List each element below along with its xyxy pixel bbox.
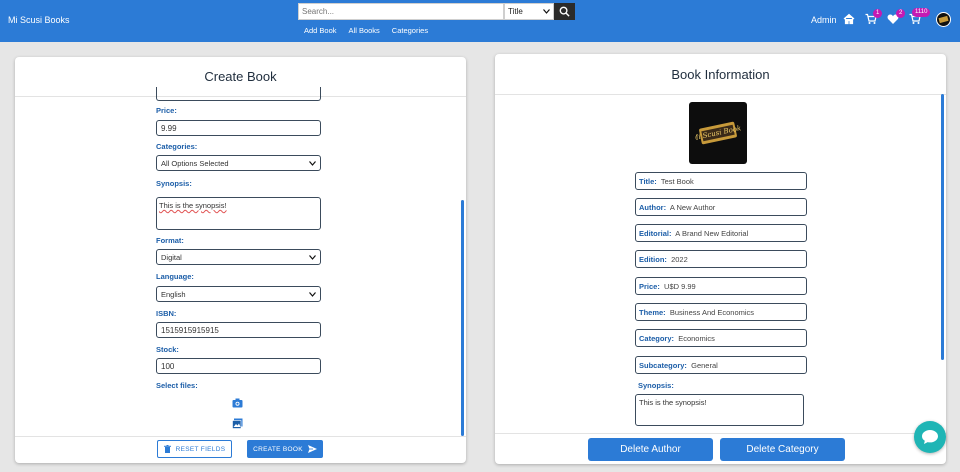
info-synopsis-box[interactable]: This is the synopsis!: [635, 394, 804, 426]
info-category-value: Economics: [678, 334, 715, 343]
info-theme-value: Business And Economics: [669, 308, 755, 317]
language-select[interactable]: English: [156, 286, 321, 302]
home-icon[interactable]: [843, 13, 855, 25]
info-editorial-label: Editorial:: [639, 229, 672, 238]
info-edition-value: 2022: [671, 255, 688, 264]
header-divider: [495, 94, 946, 95]
top-navbar: Mi Scusi Books Title Add Book All Books …: [0, 0, 960, 42]
delete-category-button[interactable]: Delete Category: [720, 438, 845, 461]
chevron-down-icon: [309, 160, 316, 166]
nav-links: Add Book All Books Categories: [304, 26, 428, 35]
nav-categories[interactable]: Categories: [392, 26, 428, 35]
create-book-button[interactable]: CREATE BOOK: [247, 440, 323, 458]
search-input[interactable]: [298, 3, 504, 20]
brand-name[interactable]: Mi Scusi Books: [8, 15, 70, 25]
create-book-title: Create Book: [204, 69, 277, 84]
trash-icon: [163, 445, 171, 453]
info-theme: Theme: Business And Economics: [635, 303, 807, 321]
book-cover-image: Mi Scusi Books: [689, 102, 747, 164]
chevron-down-icon: [309, 254, 316, 260]
info-title: Title: Test Book: [635, 172, 807, 190]
wishlist-badge: 2: [896, 9, 906, 18]
select-files-label: Select files:: [156, 381, 198, 390]
chat-button[interactable]: [914, 421, 946, 453]
categories-select[interactable]: All Options Selected: [156, 155, 321, 171]
create-book-card: Create Book Price: 9.99 Categories: All …: [15, 57, 466, 463]
info-category-label: Category:: [639, 334, 675, 343]
price-input[interactable]: 9.99: [156, 120, 321, 136]
info-title-value: Test Book: [660, 177, 694, 186]
info-editorial: Editorial: A Brand New Editorial: [635, 224, 807, 242]
scrollbar[interactable]: [941, 94, 944, 360]
info-synopsis-label: Synopsis:: [638, 381, 674, 390]
language-value: English: [161, 289, 186, 299]
price-label: Price:: [156, 106, 177, 115]
info-price-label: Price:: [639, 282, 660, 291]
chat-icon: [922, 430, 938, 444]
format-select[interactable]: Digital: [156, 249, 321, 265]
admin-link[interactable]: Admin: [811, 15, 837, 25]
info-author-value: A New Author: [669, 203, 716, 212]
search-bar: Title: [298, 3, 575, 20]
send-icon: [307, 445, 317, 453]
footer-divider: [15, 436, 466, 437]
info-author: Author: A New Author: [635, 198, 807, 216]
info-edition: Edition: 2022: [635, 250, 807, 268]
reset-fields-label: RESET FIELDS: [175, 445, 226, 453]
book-logo: Mi Scusi Books: [695, 121, 741, 145]
synopsis-textarea[interactable]: This is the synopsis!: [156, 197, 321, 230]
chevron-down-icon: [309, 291, 316, 297]
previous-field[interactable]: [156, 87, 321, 101]
info-editorial-value: A Brand New Editorial: [675, 229, 749, 238]
info-author-label: Author:: [639, 203, 667, 212]
footer-divider: [495, 433, 946, 434]
info-price-value: U$D 9.99: [664, 282, 696, 291]
orders-badge: 1110: [912, 8, 931, 17]
logo-icon: [938, 15, 949, 24]
language-label: Language:: [156, 272, 194, 281]
info-price: Price: U$D 9.99: [635, 277, 807, 295]
categories-label: Categories:: [156, 142, 198, 151]
format-label: Format:: [156, 236, 184, 245]
info-subcategory-value: General: [691, 361, 718, 370]
info-edition-label: Edition:: [639, 255, 667, 264]
info-category: Category: Economics: [635, 329, 807, 347]
info-theme-label: Theme:: [639, 308, 666, 317]
search-type-value: Title: [508, 7, 523, 16]
info-subcategory-label: Subcategory:: [639, 361, 687, 370]
delete-author-button[interactable]: Delete Author: [588, 438, 713, 461]
synopsis-label: Synopsis:: [156, 179, 192, 188]
stock-input[interactable]: 100: [156, 358, 321, 374]
categories-value: All Options Selected: [161, 158, 229, 168]
book-information-card: Book Information Mi Scusi Books Title: T…: [495, 54, 946, 464]
isbn-input[interactable]: 1515915915915: [156, 322, 321, 338]
images-icon[interactable]: [232, 418, 243, 429]
stock-label: Stock:: [156, 345, 179, 354]
format-value: Digital: [161, 252, 182, 262]
search-icon: [559, 6, 570, 17]
reset-fields-button[interactable]: RESET FIELDS: [157, 440, 232, 458]
chevron-down-icon: [543, 9, 550, 14]
book-information-title: Book Information: [671, 67, 770, 82]
synopsis-text: This is the synopsis!: [159, 201, 227, 210]
camera-icon[interactable]: [232, 398, 243, 408]
search-type-select[interactable]: Title: [504, 3, 554, 20]
nav-add-book[interactable]: Add Book: [304, 26, 337, 35]
nav-all-books[interactable]: All Books: [349, 26, 380, 35]
search-button[interactable]: [554, 3, 575, 20]
isbn-label: ISBN:: [156, 309, 177, 318]
info-title-label: Title:: [639, 177, 657, 186]
cart-badge: 1: [873, 9, 883, 18]
scrollbar[interactable]: [461, 200, 464, 436]
info-subcategory: Subcategory: General: [635, 356, 807, 374]
avatar[interactable]: [936, 12, 951, 27]
create-book-label: CREATE BOOK: [253, 445, 303, 453]
